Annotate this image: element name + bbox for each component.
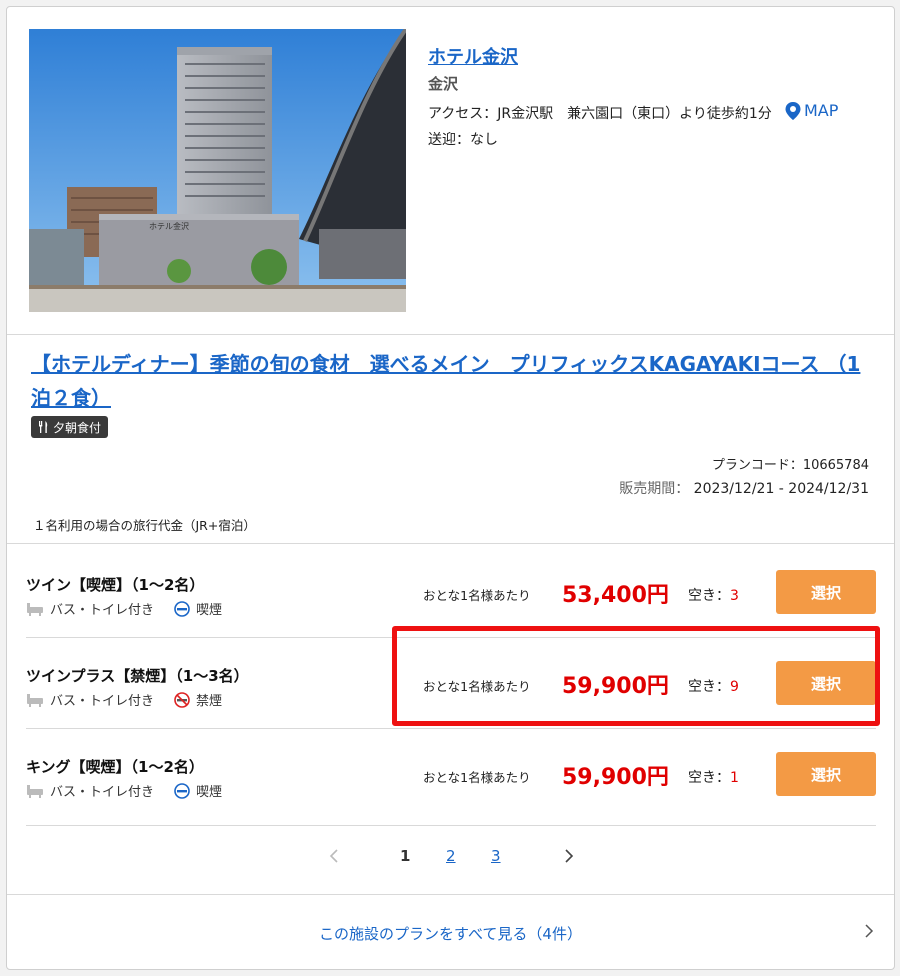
room-price: 59,900円 [562,765,669,790]
smoking-icon [174,782,190,799]
page-2-link[interactable]: 2 [446,847,456,865]
meal-badge-label: 夕朝食付 [53,420,102,435]
hotel-access: アクセス：JR金沢駅 兼六園口（東口）より徒歩約1分 [428,106,772,122]
room-name: ツイン【喫煙】（1〜2名） [26,576,205,594]
select-button[interactable]: 選択 [776,661,876,705]
map-link[interactable]: MAP [785,101,838,120]
availability-count: 3 [730,588,739,604]
hotel-pickup: 送迎：なし [428,132,498,148]
cutlery-icon [39,421,48,433]
section-divider [7,334,894,335]
view-all-plans-link[interactable]: この施設のプランをすべて見る（4件） [7,895,894,969]
per-adult-label: おとな1名様あたり [423,679,531,694]
hotel-plan-card: ホテル金沢 ホテル金沢 金沢 アクセス：JR金沢駅 兼六園口（東口）より徒歩約1… [6,6,895,970]
per-adult-label: おとな1名様あたり [423,770,531,785]
hotel-area: 金沢 [428,75,459,93]
bathtub-icon [27,693,43,707]
map-label: MAP [804,101,839,120]
pagination: 1 2 3 [7,847,894,871]
plan-title-link[interactable]: 【ホテルディナー】季節の旬の食材 選べるメイン プリフィックスKAGAYAKIコ… [31,347,871,415]
smoking-label: 喫煙 [196,603,223,618]
bathtub-icon [27,602,43,616]
chevron-right-icon [865,924,874,938]
smoking-label: 禁煙 [196,694,223,709]
plan-code: プランコード：10665784 [711,458,869,473]
select-button[interactable]: 選択 [776,752,876,796]
photo-sign-text: ホテル金沢 [149,221,189,231]
no-smoking-icon [174,691,190,708]
sale-period-label: 販売期間： [619,481,690,497]
next-page-icon[interactable] [564,849,574,863]
availability-label: 空き： [688,679,730,695]
room-features: バス・トイレ付き 喫煙 [26,781,222,800]
bath-toilet-label: バス・トイレ付き [50,785,155,800]
room-price: 53,400円 [562,583,669,608]
page-1: 1 [400,847,411,865]
smoking-label: 喫煙 [196,785,223,800]
hotel-name-link[interactable]: ホテル金沢 [428,43,518,69]
room-divider [26,825,876,826]
availability-count: 9 [730,679,739,695]
prev-page-icon[interactable] [329,849,339,863]
page-3-link[interactable]: 3 [491,847,501,865]
hotel-photo[interactable]: ホテル金沢 [29,29,406,312]
bath-toilet-label: バス・トイレ付き [50,603,155,618]
rooms-divider [7,543,894,544]
room-name: ツインプラス【禁煙】（1〜3名） [26,667,249,685]
bathtub-icon [27,784,43,798]
smoking-icon [174,600,190,617]
sale-period-value: 2023/12/21 - 2024/12/31 [693,481,869,497]
availability-label: 空き： [688,770,730,786]
room-row: ツイン【喫煙】（1〜2名） バス・トイレ付き 喫煙 おとな1名様あたり 53,4… [26,547,876,637]
sale-period: 販売期間： 2023/12/21 - 2024/12/31 [619,478,869,498]
room-row: キング【喫煙】（1〜2名） バス・トイレ付き 喫煙 おとな1名様あたり 59,9… [26,729,876,819]
map-pin-icon [785,101,801,120]
view-all-plans-label: この施設のプランをすべて見る（4件） [319,924,582,943]
availability: 空き：9 [688,676,739,696]
bath-toilet-label: バス・トイレ付き [50,694,155,709]
availability-label: 空き： [688,588,730,604]
room-features: バス・トイレ付き 禁煙 [26,690,222,709]
room-name: キング【喫煙】（1〜2名） [26,758,204,776]
availability: 空き：3 [688,585,739,605]
room-row: ツインプラス【禁煙】（1〜3名） バス・トイレ付き 禁煙 おとな1名様あたり 5… [26,638,876,728]
price-note: １名利用の場合の旅行代金（JR+宿泊） [33,518,256,533]
per-adult-label: おとな1名様あたり [423,588,531,603]
hotel-photo-image: ホテル金沢 [29,29,406,312]
room-price: 59,900円 [562,674,669,699]
meal-badge: 夕朝食付 [31,416,109,438]
room-features: バス・トイレ付き 喫煙 [26,599,222,618]
availability: 空き：1 [688,767,739,787]
select-button[interactable]: 選択 [776,570,876,614]
availability-count: 1 [730,770,739,786]
